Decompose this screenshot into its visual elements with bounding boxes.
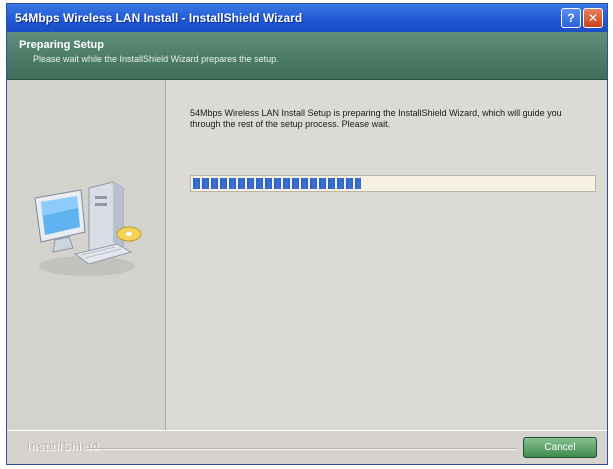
installshield-window: 54Mbps Wireless LAN Install - InstallShi… <box>6 3 608 465</box>
wizard-footer: InstallShield Cancel <box>7 430 607 464</box>
step-title: Preparing Setup <box>19 39 104 51</box>
title-bar[interactable]: 54Mbps Wireless LAN Install - InstallShi… <box>7 4 607 32</box>
help-button[interactable]: ? <box>561 8 581 28</box>
footer-divider <box>87 448 517 450</box>
close-button[interactable]: ✕ <box>583 8 603 28</box>
wizard-content: 54Mbps Wireless LAN Install Setup is pre… <box>166 80 607 431</box>
window-title: 54Mbps Wireless LAN Install - InstallShi… <box>15 11 303 25</box>
progress-fill <box>193 178 361 189</box>
status-message: 54Mbps Wireless LAN Install Setup is pre… <box>190 108 562 129</box>
progress-bar <box>190 175 596 192</box>
installshield-brand: InstallShield <box>27 441 100 453</box>
step-subtitle: Please wait while the InstallShield Wiza… <box>33 54 279 64</box>
wizard-header: Preparing Setup Please wait while the In… <box>7 32 607 80</box>
computer-icon <box>34 181 142 276</box>
cancel-button[interactable]: Cancel <box>523 437 597 458</box>
wizard-sidebar <box>7 80 166 431</box>
